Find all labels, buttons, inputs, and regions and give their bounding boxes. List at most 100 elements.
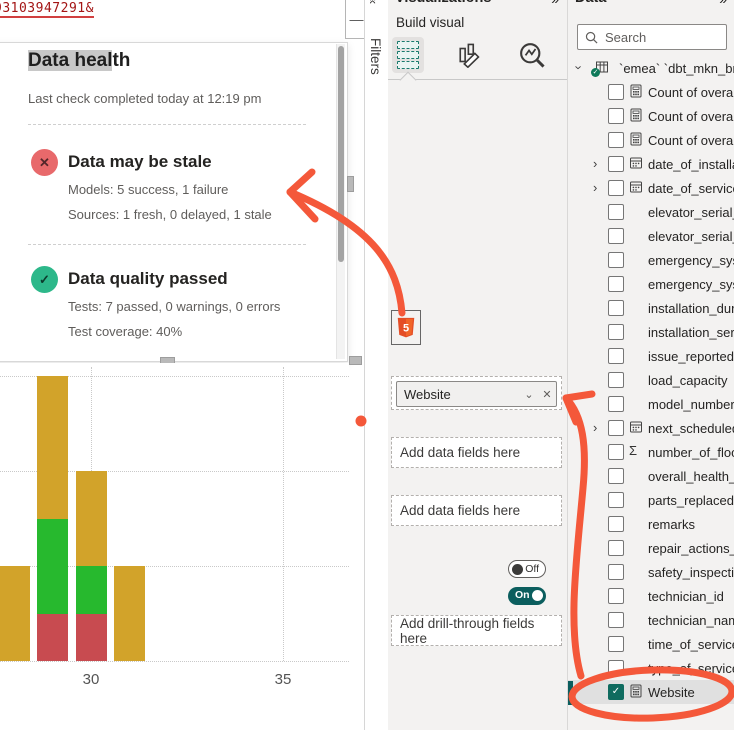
field-checkbox[interactable] bbox=[608, 132, 624, 148]
html5-custom-visual[interactable]: 5 bbox=[391, 310, 421, 345]
field-checkbox[interactable] bbox=[608, 516, 624, 532]
values-pill-label: Website bbox=[397, 387, 520, 402]
chevron-down-icon[interactable]: ⌄ bbox=[520, 388, 538, 401]
field-checkbox[interactable] bbox=[608, 564, 624, 580]
field-checkbox[interactable] bbox=[608, 156, 624, 172]
field-row-technician_name[interactable]: technician_name bbox=[568, 608, 734, 632]
field-checkbox[interactable] bbox=[608, 348, 624, 364]
tab-analytics[interactable] bbox=[516, 37, 548, 73]
bar-segment-gold-x28 bbox=[0, 566, 30, 661]
field-checkbox[interactable] bbox=[608, 180, 624, 196]
field-row-date_of_installa[interactable]: ›date_of_installa... bbox=[568, 152, 734, 176]
keep-all-filters-toggle[interactable]: On bbox=[508, 587, 546, 605]
drill-through-field-well[interactable]: Add drill-through fields here bbox=[391, 615, 562, 646]
field-label: technician_id bbox=[648, 589, 724, 604]
expand-filters-icon[interactable]: « bbox=[366, 0, 381, 4]
field-row-next_scheduled[interactable]: ›next_scheduled... bbox=[568, 416, 734, 440]
field-checkbox[interactable] bbox=[608, 324, 624, 340]
field-checkbox[interactable] bbox=[608, 468, 624, 484]
field-checkbox[interactable] bbox=[608, 372, 624, 388]
data-pane: Data » ›✓`emea` `dbt_mkn_bron... Count of… bbox=[567, 0, 734, 730]
field-row-safety_inspectio[interactable]: safety_inspectio... bbox=[568, 560, 734, 584]
field-label: elevator_serial_... bbox=[648, 205, 734, 220]
collapse-pane-icon[interactable]: » bbox=[551, 0, 559, 7]
field-checkbox[interactable] bbox=[608, 204, 624, 220]
chevron-right-icon[interactable]: › bbox=[593, 180, 597, 195]
filters-pane-collapsed[interactable]: « Filters bbox=[364, 0, 390, 730]
field-row-emergency_syst[interactable]: emergency_syst... bbox=[568, 248, 734, 272]
field-label: Count of overal... bbox=[648, 85, 734, 100]
toggle-state-label: On bbox=[515, 589, 530, 601]
divider bbox=[28, 244, 306, 245]
field-row-repair_actions_t[interactable]: repair_actions_t... bbox=[568, 536, 734, 560]
field-checkbox[interactable] bbox=[608, 300, 624, 316]
chevron-right-icon[interactable]: › bbox=[593, 420, 597, 435]
field-checkbox[interactable] bbox=[608, 660, 624, 676]
field-row-emeadbt_mkn_bron[interactable]: ›✓`emea` `dbt_mkn_bron... bbox=[568, 56, 734, 80]
field-row-elevator_serial_[interactable]: elevator_serial_... bbox=[568, 224, 734, 248]
field-row-installation_serv[interactable]: installation_serv... bbox=[568, 320, 734, 344]
analytics-magnifier-icon bbox=[518, 41, 546, 69]
field-checkbox[interactable] bbox=[608, 84, 624, 100]
field-row-model_number[interactable]: model_number bbox=[568, 392, 734, 416]
field-checkbox[interactable]: ✓ bbox=[608, 684, 624, 700]
field-row-installation_dur[interactable]: installation_dur... bbox=[568, 296, 734, 320]
field-row-date_of_service[interactable]: ›date_of_service bbox=[568, 176, 734, 200]
section-line: Sources: 1 fresh, 0 delayed, 1 stale bbox=[68, 207, 318, 222]
bar-segment-red-x29 bbox=[37, 614, 68, 662]
field-checkbox[interactable] bbox=[608, 396, 624, 412]
chevron-right-icon[interactable]: › bbox=[593, 156, 597, 171]
granularity-field-well[interactable]: Add data fields here bbox=[391, 437, 562, 468]
field-checkbox[interactable] bbox=[608, 252, 624, 268]
field-row-load_capacity[interactable]: load_capacity bbox=[568, 368, 734, 392]
resize-handle-right[interactable] bbox=[347, 176, 354, 192]
field-row-emergency_syst[interactable]: emergency_syst... bbox=[568, 272, 734, 296]
search-input[interactable] bbox=[603, 29, 726, 46]
field-row-countofoveral[interactable]: Count of overal... bbox=[568, 128, 734, 152]
values-field-well[interactable]: Website ⌄ ✕ bbox=[391, 376, 562, 410]
field-row-number_of_floo[interactable]: Σnumber_of_floo... bbox=[568, 440, 734, 464]
tooltips-field-well[interactable]: Add data fields here bbox=[391, 495, 562, 526]
field-checkbox[interactable] bbox=[608, 588, 624, 604]
field-label: load_capacity bbox=[648, 373, 728, 388]
well-placeholder: Add drill-through fields here bbox=[400, 616, 561, 646]
field-label: installation_serv... bbox=[648, 325, 734, 340]
tab-format-visual[interactable] bbox=[454, 37, 486, 73]
field-row-overall_health_c[interactable]: overall_health_c... bbox=[568, 464, 734, 488]
field-checkbox[interactable] bbox=[608, 636, 624, 652]
field-checkbox[interactable] bbox=[608, 612, 624, 628]
popup-scrollbar-thumb[interactable] bbox=[338, 46, 344, 262]
field-checkbox[interactable] bbox=[608, 420, 624, 436]
chevron-down-icon[interactable]: › bbox=[572, 65, 587, 69]
field-row-countofoveral[interactable]: Count of overal... bbox=[568, 104, 734, 128]
field-row-remarks[interactable]: remarks bbox=[568, 512, 734, 536]
field-checkbox[interactable] bbox=[608, 540, 624, 556]
field-checkbox[interactable] bbox=[608, 108, 624, 124]
field-row-elevator_serial_[interactable]: elevator_serial_... bbox=[568, 200, 734, 224]
field-checkbox[interactable] bbox=[608, 276, 624, 292]
popup-subtitle: Last check completed today at 12:19 pm bbox=[28, 91, 261, 106]
histogram-visual[interactable]: 3035 bbox=[0, 363, 349, 730]
field-row-website[interactable]: ✓Website bbox=[568, 680, 734, 704]
collapse-pane-icon[interactable]: » bbox=[719, 0, 727, 7]
field-row-technician_id[interactable]: technician_id bbox=[568, 584, 734, 608]
search-box[interactable] bbox=[577, 24, 727, 50]
field-checkbox[interactable] bbox=[608, 492, 624, 508]
field-row-countofoveral[interactable]: Count of overal... bbox=[568, 80, 734, 104]
resize-handle-corner[interactable] bbox=[349, 356, 362, 365]
field-checkbox[interactable] bbox=[608, 444, 624, 460]
bar-segment-green-x29 bbox=[37, 519, 68, 614]
sigma-icon: Σ bbox=[629, 443, 637, 458]
data-title: Data bbox=[575, 0, 606, 6]
tab-build-visual[interactable] bbox=[392, 37, 424, 73]
field-label: Count of overal... bbox=[648, 109, 734, 124]
field-row-parts_replaced[interactable]: parts_replaced bbox=[568, 488, 734, 512]
field-checkbox[interactable] bbox=[608, 228, 624, 244]
data-health-visual[interactable]: Data health Last check completed today a… bbox=[0, 42, 348, 362]
field-row-type_of_service[interactable]: type_of_service bbox=[568, 656, 734, 680]
remove-field-icon[interactable]: ✕ bbox=[538, 388, 556, 401]
values-field-pill[interactable]: Website ⌄ ✕ bbox=[396, 381, 557, 407]
cross-report-toggle[interactable]: Off bbox=[508, 560, 546, 578]
field-row-issue_reported[interactable]: issue_reported bbox=[568, 344, 734, 368]
field-row-time_of_service[interactable]: time_of_service bbox=[568, 632, 734, 656]
